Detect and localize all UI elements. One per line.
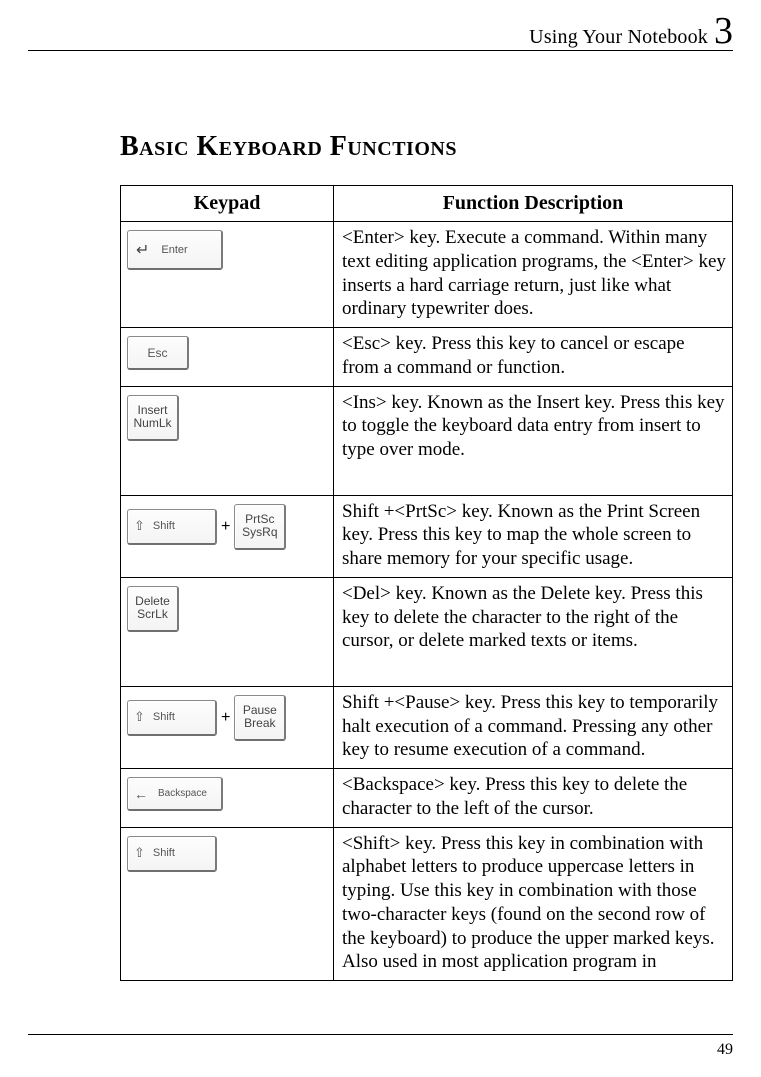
page-number: 49 (717, 1041, 733, 1058)
insert-key-icon: Insert NumLk (127, 395, 179, 441)
shift-key-icon: ⇧ Shift (127, 700, 217, 736)
table-row: ⇧ Shift + Pause Break Shift +<Pause> key… (121, 686, 733, 768)
pause-key-icon: Pause Break (234, 695, 286, 741)
section-heading: Basic Keyboard Functions (120, 131, 733, 163)
table-header-keypad: Keypad (121, 186, 334, 222)
shift-arrow-icon: ⇧ (134, 845, 145, 861)
chapter-number: 3 (714, 12, 733, 50)
shift-key-icon: ⇧ Shift (127, 509, 217, 545)
table-row: ⇧ Shift + PrtSc SysRq Shift +<PrtSc> key… (121, 495, 733, 577)
running-header-title: Using Your Notebook (529, 26, 708, 49)
row-description: <Enter> key. Execute a command. Within m… (334, 222, 733, 328)
left-arrow-icon: ← (134, 786, 148, 802)
delete-key-icon: Delete ScrLk (127, 586, 179, 632)
plus-icon: + (221, 518, 230, 536)
running-header: Using Your Notebook 3 (28, 12, 733, 51)
table-row: ← Backspace <Backspace> key. Press this … (121, 769, 733, 828)
row-description: <Ins> key. Known as the Insert key. Pres… (334, 386, 733, 495)
page-footer: 49 (28, 1034, 733, 1077)
table-row: Insert NumLk <Ins> key. Known as the Ins… (121, 386, 733, 495)
row-description: <Esc> key. Press this key to cancel or e… (334, 328, 733, 387)
prtsc-key-icon: PrtSc SysRq (234, 504, 286, 550)
row-description: <Shift> key. Press this key in combinati… (334, 827, 733, 981)
shift-key-icon: ⇧ Shift (127, 836, 217, 872)
row-description: Shift +<Pause> key. Press this key to te… (334, 686, 733, 768)
backspace-key-icon: ← Backspace (127, 777, 223, 811)
shift-arrow-icon: ⇧ (134, 518, 145, 534)
table-row: ↵ Enter <Enter> key. Execute a command. … (121, 222, 733, 328)
plus-icon: + (221, 709, 230, 727)
table-header-description: Function Description (334, 186, 733, 222)
row-description: <Backspace> key. Press this key to delet… (334, 769, 733, 828)
keyboard-functions-table: Keypad Function Description ↵ Enter <Ent… (120, 185, 733, 981)
row-description: <Del> key. Known as the Delete key. Pres… (334, 577, 733, 686)
row-description: Shift +<PrtSc> key. Known as the Print S… (334, 495, 733, 577)
enter-key-icon: ↵ Enter (127, 230, 223, 270)
table-row: Esc <Esc> key. Press this key to cancel … (121, 328, 733, 387)
table-row: ⇧ Shift <Shift> key. Press this key in c… (121, 827, 733, 981)
return-arrow-icon: ↵ (136, 240, 149, 260)
table-row: Delete ScrLk <Del> key. Known as the Del… (121, 577, 733, 686)
shift-pause-combo: ⇧ Shift + Pause Break (127, 695, 286, 741)
shift-prtsc-combo: ⇧ Shift + PrtSc SysRq (127, 504, 286, 550)
shift-arrow-icon: ⇧ (134, 709, 145, 725)
esc-key-icon: Esc (127, 336, 189, 370)
